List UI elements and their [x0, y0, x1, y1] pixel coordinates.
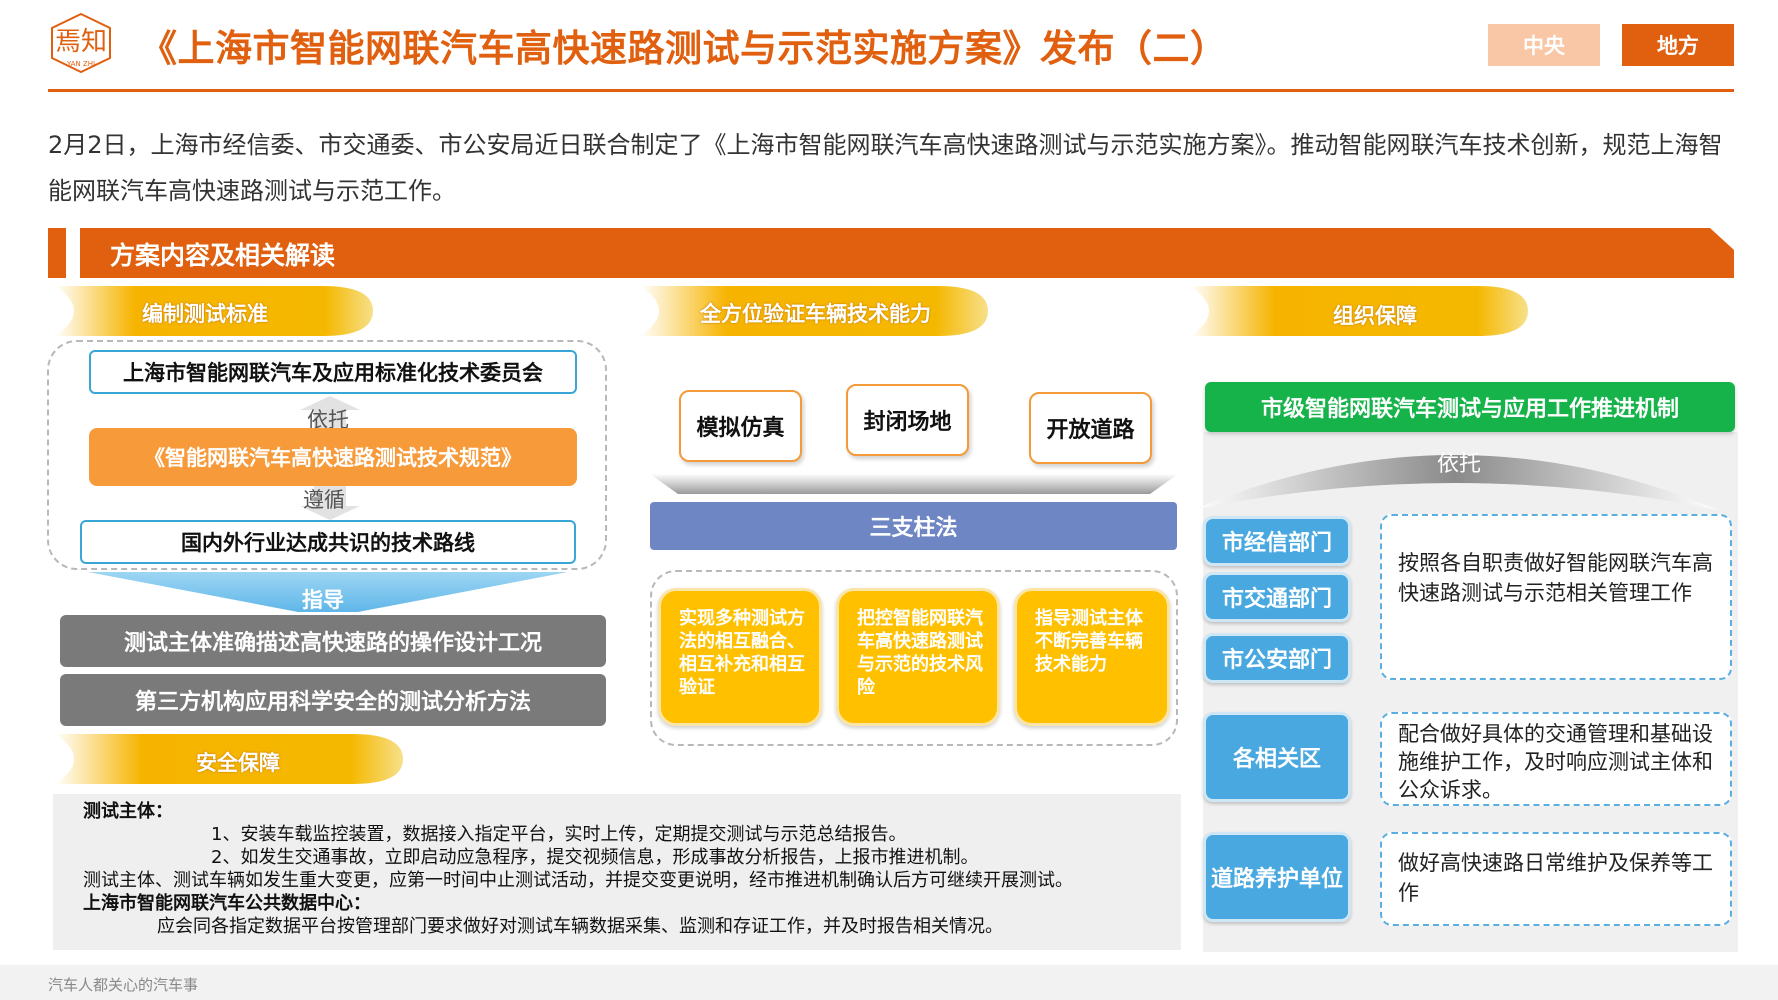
- method-open-road: 开放道路: [1029, 392, 1152, 464]
- dept-transport: 市交通部门: [1203, 572, 1351, 622]
- safety-heading-test-subject: 测试主体：: [83, 801, 173, 822]
- committee-box: 上海市智能网联汽车及应用标准化技术委员会: [89, 350, 577, 394]
- safety-change-rule: 测试主体、测试车辆如发生重大变更，应第一时间中止测试活动，并提交变更说明，经市推…: [83, 870, 1073, 891]
- duty-city-departments: 按照各自职责做好智能网联汽车高快速路测试与示范相关管理工作: [1380, 514, 1732, 680]
- header-divider: [48, 89, 1734, 92]
- pill-safety-label: 安全保障: [196, 751, 280, 775]
- method-closed-site: 封闭场地: [846, 384, 969, 456]
- section-title: 方案内容及相关解读: [110, 241, 336, 270]
- logo-subtext: YAN ZHI: [66, 60, 95, 68]
- logo-text: 焉知: [55, 27, 107, 57]
- pill-standards-label: 编制测试标准: [142, 302, 268, 326]
- footer-slogan: 汽车人都关心的汽车事: [48, 976, 199, 994]
- safety-item-1: 1、安装车载监控装置，数据接入指定平台，实时上传，定期提交测试与示范总结报告。: [211, 824, 907, 845]
- yanzhi-logo: 焉知 YAN ZHI: [48, 12, 114, 74]
- dept-road-maintenance: 道路养护单位: [1203, 832, 1351, 922]
- pillar-card-capability: 指导测试主体不断完善车辆技术能力: [1014, 588, 1170, 726]
- safety-data-center-duty: 应会同各指定数据平台按管理部门要求做好对测试车辆数据采集、监测和存证工作，并及时…: [157, 916, 1003, 937]
- safety-item-2: 2、如发生交通事故，立即启动应急程序，提交视频信息，形成事故分析报告，上报市推进…: [211, 847, 979, 868]
- pill-organization-label: 组织保障: [1333, 304, 1417, 328]
- duty-road-maintenance: 做好高快速路日常维护及保养等工作: [1380, 832, 1732, 926]
- pillar-card-risk: 把控智能网联汽车高快速路测试与示范的技术风险: [836, 588, 1000, 726]
- tab-local[interactable]: 地方: [1622, 24, 1734, 66]
- mechanism-bar: 市级智能网联汽车测试与应用工作推进机制: [1205, 382, 1735, 432]
- spec-bar: 《智能网联汽车高快速路测试技术规范》: [89, 428, 577, 486]
- tab-central[interactable]: 中央: [1488, 24, 1600, 66]
- intro-paragraph: 2月2日，上海市经信委、市交通委、市公安局近日联合制定了《上海市智能网联汽车高快…: [48, 131, 1723, 205]
- three-pillar-bar: 三支柱法: [650, 502, 1177, 550]
- operation-design-bar: 测试主体准确描述高快速路的操作设计工况: [60, 615, 606, 667]
- dept-economy: 市经信部门: [1203, 516, 1351, 566]
- duty-districts: 配合做好具体的交通管理和基础设施维护工作，及时响应测试主体和公众诉求。: [1380, 712, 1732, 806]
- page-title: 《上海市智能网联汽车高快速路测试与示范实施方案》发布（二）: [140, 27, 1228, 70]
- pillar-shadow: [650, 474, 1178, 494]
- follow-label: 遵循: [303, 488, 345, 512]
- test-analysis-bar: 第三方机构应用科学安全的测试分析方法: [60, 674, 606, 726]
- pill-capability-label: 全方位验证车辆技术能力: [700, 302, 931, 326]
- dept-districts: 各相关区: [1203, 712, 1351, 802]
- rely-dome-label: 依托: [1437, 452, 1482, 477]
- guide-label: 指导: [302, 588, 344, 612]
- footer-bar: [0, 965, 1778, 1000]
- route-box: 国内外行业达成共识的技术路线: [80, 520, 576, 564]
- dept-public-security: 市公安部门: [1203, 633, 1351, 683]
- pillar-card-integration: 实现多种测试方法的相互融合、相互补充和相互验证: [658, 588, 822, 726]
- method-simulation: 模拟仿真: [679, 390, 802, 462]
- safety-details: 测试主体： 1、安装车载监控装置，数据接入指定平台，实时上传，定期提交测试与示范…: [53, 794, 1181, 950]
- safety-heading-data-center: 上海市智能网联汽车公共数据中心：: [83, 893, 371, 914]
